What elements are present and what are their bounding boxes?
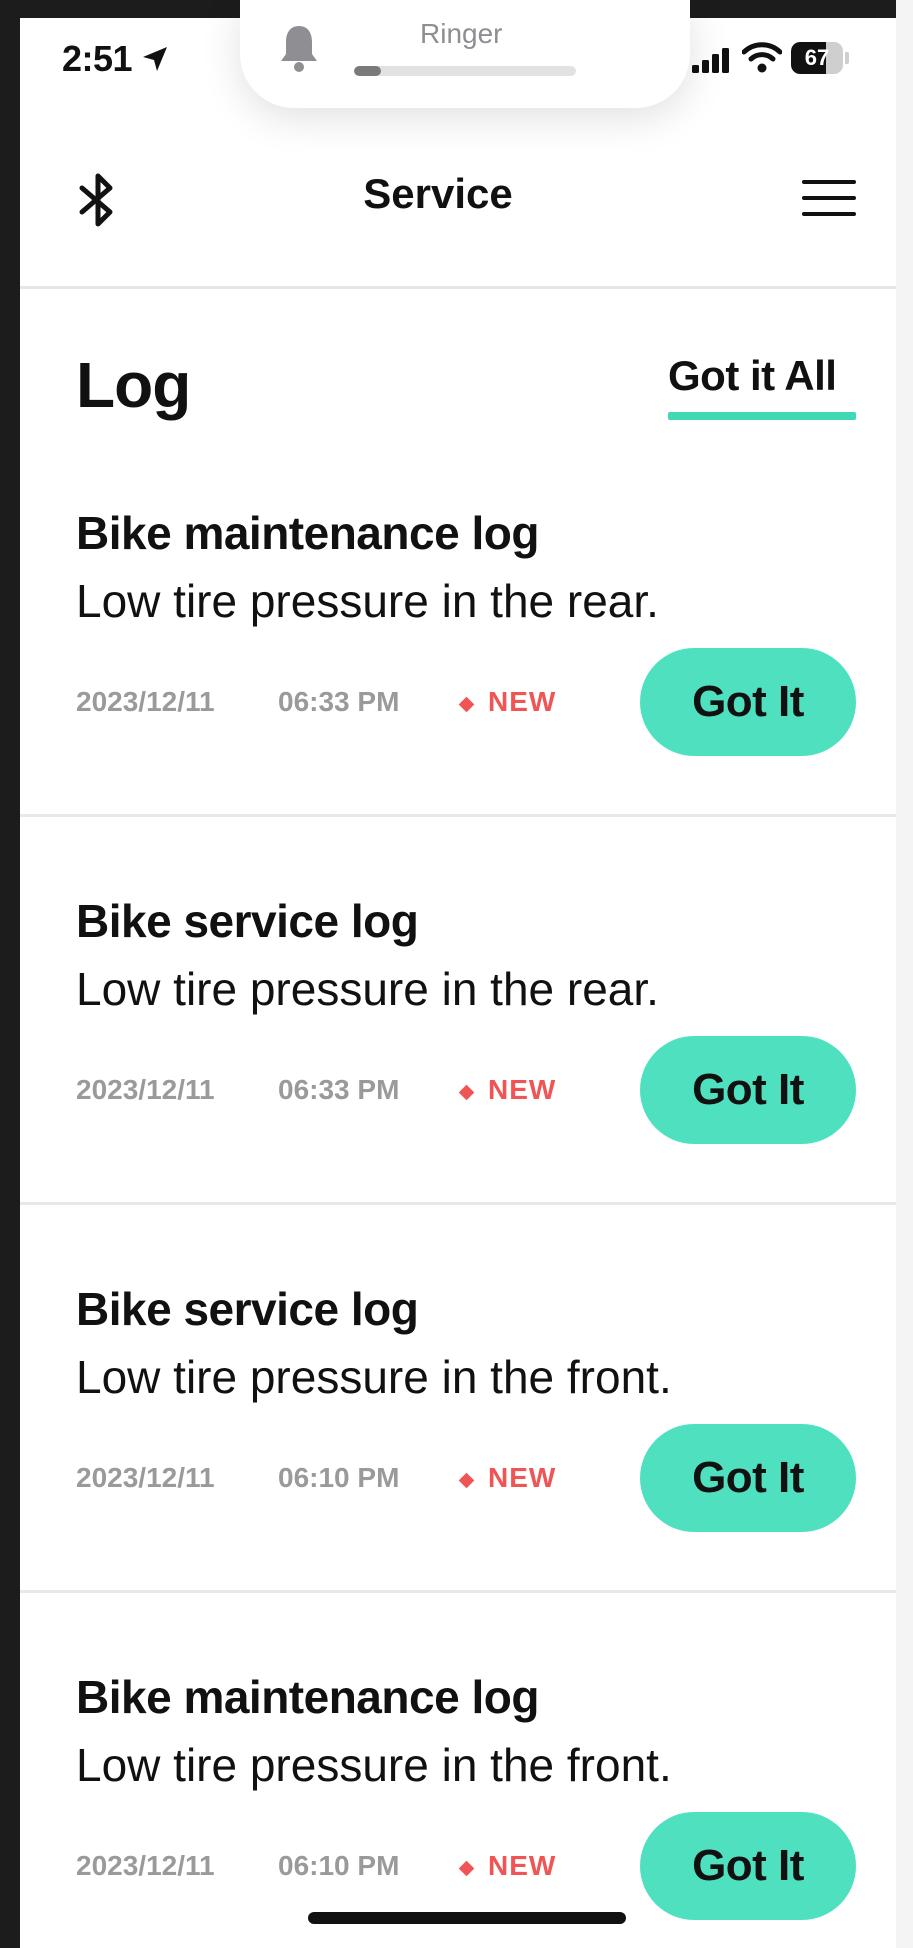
got-it-button[interactable]: Got It	[640, 1812, 856, 1920]
bell-icon	[281, 26, 317, 72]
log-item-title: Bike service log	[76, 895, 419, 947]
log-item-title: Bike service log	[76, 1283, 419, 1335]
ringer-volume-fill	[354, 66, 381, 76]
log-item-date: 2023/12/11	[76, 1074, 215, 1105]
log-item: Bike maintenance log Low tire pressure i…	[20, 500, 896, 888]
got-it-all-button[interactable]: Got it All	[668, 352, 837, 400]
got-it-button[interactable]: Got It	[640, 1424, 856, 1532]
got-it-button[interactable]: Got It	[640, 648, 856, 756]
got-it-all-underline	[668, 412, 856, 420]
new-badge: NEW	[488, 686, 557, 717]
log-item-message: Low tire pressure in the front.	[76, 1351, 672, 1403]
log-item-time: 06:10 PM	[278, 1462, 400, 1493]
hamburger-menu-icon[interactable]	[802, 178, 856, 218]
frame-edge	[896, 0, 913, 1948]
log-item-date: 2023/12/11	[76, 1850, 215, 1881]
status-time: 2:51	[62, 38, 133, 79]
log-heading: Log	[76, 349, 191, 421]
log-item-time: 06:10 PM	[278, 1850, 400, 1881]
page-title: Service	[363, 170, 513, 217]
ringer-label: Ringer	[420, 18, 503, 49]
log-item-message: Low tire pressure in the rear.	[76, 575, 659, 627]
new-badge: NEW	[488, 1462, 557, 1493]
log-item-date: 2023/12/11	[76, 686, 215, 717]
new-diamond-icon	[458, 1860, 475, 1877]
log-item-time: 06:33 PM	[278, 686, 400, 717]
home-indicator[interactable]	[308, 1912, 626, 1924]
new-diamond-icon	[458, 1472, 475, 1489]
battery-indicator: 67	[791, 42, 849, 74]
cellular-signal-icon	[692, 48, 729, 73]
item-divider	[20, 1202, 896, 1205]
log-item-date: 2023/12/11	[76, 1462, 215, 1493]
log-item-message: Low tire pressure in the rear.	[76, 963, 659, 1015]
got-it-button[interactable]: Got It	[640, 1036, 856, 1144]
new-badge: NEW	[488, 1850, 557, 1881]
wifi-icon	[742, 42, 782, 73]
new-diamond-icon	[458, 1084, 475, 1101]
log-item: Bike maintenance log Low tire pressure i…	[20, 1664, 896, 1948]
location-arrow-icon	[143, 47, 167, 71]
ringer-volume-slider[interactable]	[354, 66, 576, 76]
log-item-message: Low tire pressure in the front.	[76, 1739, 672, 1791]
log-item-time: 06:33 PM	[278, 1074, 400, 1105]
ringer-volume-hud: Ringer	[240, 0, 690, 108]
new-badge: NEW	[488, 1074, 557, 1105]
log-item: Bike service log Low tire pressure in th…	[20, 1276, 896, 1664]
item-divider	[20, 814, 896, 817]
header-divider	[20, 286, 896, 289]
log-item: Bike service log Low tire pressure in th…	[20, 888, 896, 1276]
log-item-title: Bike maintenance log	[76, 507, 539, 559]
item-divider	[20, 1590, 896, 1593]
battery-percent: 67	[804, 45, 830, 70]
new-diamond-icon	[458, 696, 475, 713]
log-item-title: Bike maintenance log	[76, 1671, 539, 1723]
